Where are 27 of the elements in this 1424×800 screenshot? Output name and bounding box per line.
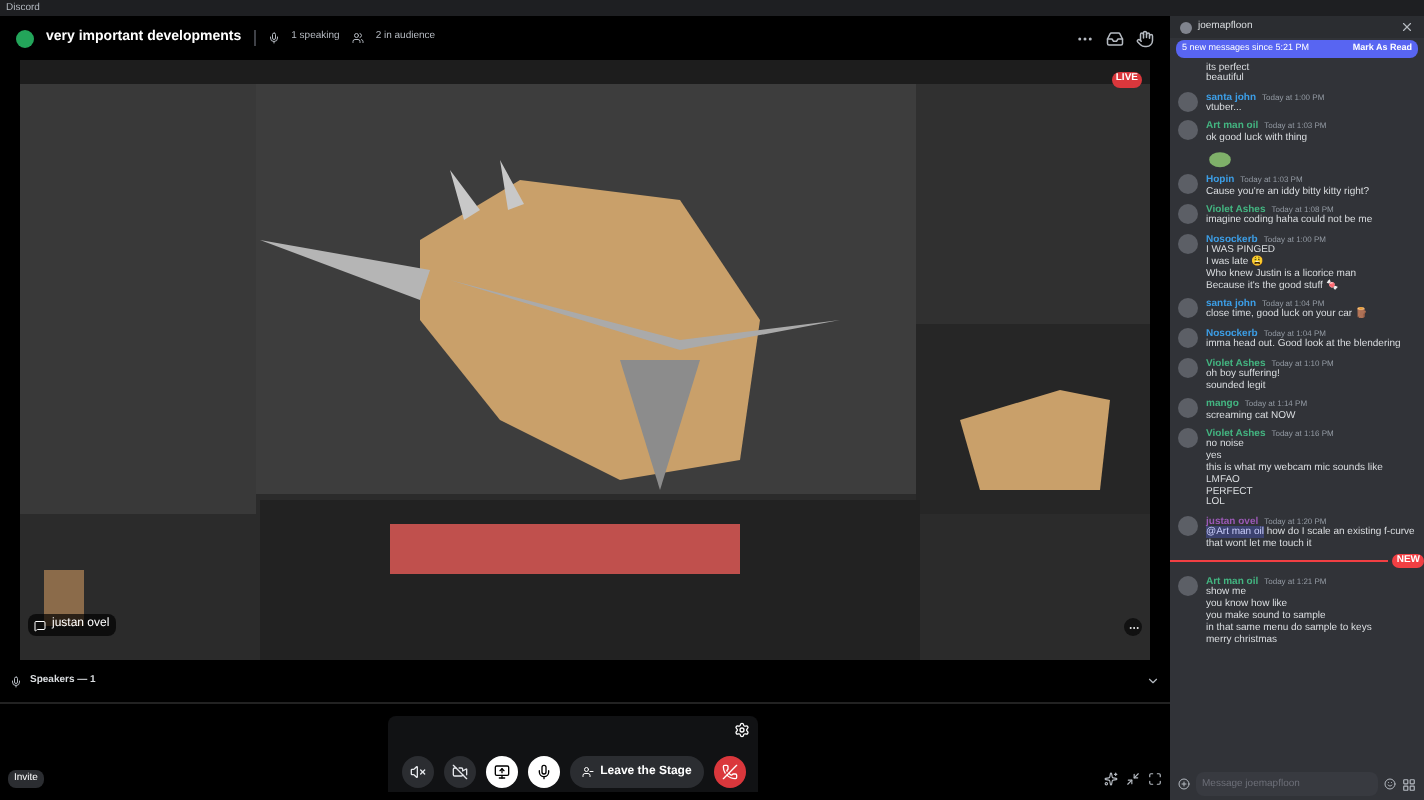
effects-icon[interactable] [1104, 772, 1118, 786]
apps-icon[interactable] [1402, 777, 1416, 791]
camera-toggle-button[interactable] [444, 756, 477, 788]
pop-out-icon[interactable] [1126, 772, 1140, 786]
mic-icon [267, 32, 280, 44]
frog-sticker-icon [1206, 147, 1234, 168]
audience-icon [351, 32, 364, 44]
screen-toggle-button[interactable] [486, 756, 519, 788]
settings-icon[interactable] [734, 722, 751, 738]
inbox-icon[interactable] [1106, 29, 1124, 47]
hang-up-icon [721, 764, 738, 780]
chevron-icon[interactable] [1146, 674, 1160, 688]
hang-up-button[interactable] [713, 756, 746, 788]
channel-avatar [1180, 21, 1192, 33]
mic-toggle-button[interactable] [528, 756, 561, 788]
sound-toggle-button[interactable] [402, 756, 435, 788]
mic-icon [536, 764, 553, 780]
stage-icon [16, 29, 34, 47]
emoji-icon[interactable] [1384, 778, 1396, 790]
add-icon[interactable] [1178, 778, 1190, 790]
sound-icon [410, 764, 427, 780]
close-icon[interactable] [1400, 20, 1414, 34]
camera-icon [452, 764, 469, 780]
mic-icon [10, 675, 22, 687]
fullscreen-icon[interactable] [1148, 772, 1162, 786]
hand-icon[interactable] [1136, 29, 1154, 47]
leave-icon [582, 766, 595, 778]
